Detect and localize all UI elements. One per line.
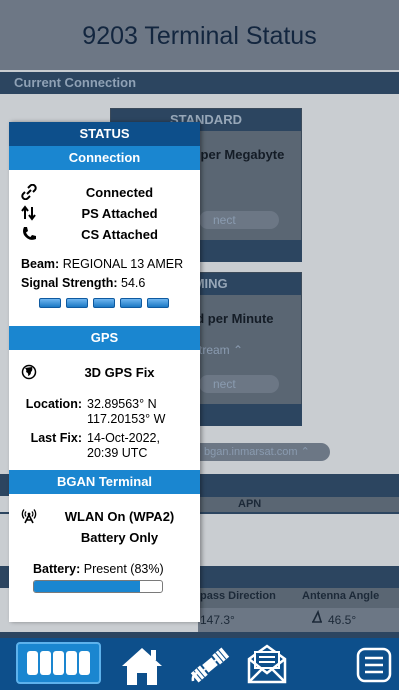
page-title: 9203 Terminal Status (0, 0, 399, 70)
signal-bar (147, 298, 169, 308)
tab-messages[interactable] (245, 643, 289, 690)
link-icon (21, 184, 37, 200)
ps-attached: PS Attached (81, 206, 158, 221)
gps-fix-status: 3D GPS Fix (84, 365, 155, 380)
connection-status-row: Connected (9, 182, 200, 203)
last-fix-date: 14-Oct-2022, (87, 431, 160, 445)
wlan-status: WLAN On (WPA2) (64, 509, 175, 524)
signal-bar (93, 298, 115, 308)
phone-icon (23, 227, 36, 240)
roaming-connect-button[interactable]: nect (199, 375, 279, 393)
battery-label: Battery: (33, 562, 81, 576)
apn-table-header (198, 496, 399, 512)
last-fix-label: Last Fix: (30, 431, 82, 445)
roaming-stream-select[interactable]: tream ⌃ (199, 341, 279, 359)
power-row: Battery Only (9, 527, 200, 548)
ps-attached-row: PS Attached (9, 203, 200, 224)
battery-row: Battery: Present (83%) (9, 562, 200, 576)
location-longitude: 117.20153° W (87, 412, 166, 426)
envelope-icon (247, 644, 287, 684)
antenna-angle-icon (312, 610, 322, 623)
beam-label: Beam: (21, 257, 60, 271)
gps-header: GPS (9, 326, 200, 350)
section-current-connection: Current Connection (0, 72, 399, 94)
battery-level-bar (33, 580, 163, 593)
location-label: Location: (25, 397, 82, 411)
beam-value: REGIONAL 13 AMER (62, 257, 184, 271)
last-fix-time: 20:39 UTC (87, 446, 148, 460)
apn-select[interactable]: bgan.inmarsat.com ⌃ (190, 443, 330, 461)
connection-header: Connection (9, 146, 200, 170)
signal-strength-row: Signal Strength: 54.6 (9, 276, 200, 290)
wlan-row: WLAN On (WPA2) (9, 506, 200, 527)
battery-level-fill (34, 581, 141, 592)
signal-strength-label: Signal Strength: (21, 276, 118, 290)
gps-fix-row: 3D GPS Fix (9, 362, 200, 383)
status-drawer: STATUS Connection Connected PS Attached … (9, 122, 200, 622)
compass-direction-header: pass Direction (200, 590, 276, 602)
tab-status[interactable] (16, 642, 101, 684)
apn-select-value: bgan.inmarsat.com (204, 446, 298, 458)
tab-menu[interactable] (356, 647, 392, 690)
bgan-terminal-header: BGAN Terminal (9, 470, 200, 494)
roaming-stream-select-label: tream (199, 343, 230, 357)
connection-status: Connected (85, 185, 154, 200)
tab-home[interactable] (120, 646, 164, 690)
signal-strength-bars (9, 298, 200, 308)
wifi-antenna-icon (21, 509, 37, 524)
signal-bars-icon (27, 651, 90, 675)
signal-bar (66, 298, 88, 308)
beam-row: Beam: REGIONAL 13 AMER (9, 257, 200, 271)
signal-bar (120, 298, 142, 308)
up-down-arrows-icon (21, 205, 36, 221)
location-row: Location: 32.89563° N 117.20153° W (9, 397, 200, 426)
antenna-angle-header: Antenna Angle (302, 590, 380, 602)
location-latitude: 32.89563° N (87, 397, 157, 411)
satellite-icon (190, 647, 230, 683)
drawer-title: STATUS (9, 122, 200, 146)
power-source: Battery Only (80, 530, 159, 545)
battery-value: Present (83%) (83, 562, 164, 576)
tab-satellite[interactable] (188, 645, 232, 690)
home-icon (122, 648, 162, 685)
antenna-angle-value: 46.5° (328, 613, 357, 627)
signal-strength-value: 54.6 (121, 276, 146, 290)
apn-column-header: APN (238, 498, 262, 510)
last-fix-row: Last Fix: 14-Oct-2022, 20:39 UTC (9, 431, 200, 460)
signal-bar (39, 298, 61, 308)
bottom-tab-bar (0, 638, 399, 690)
menu-icon (356, 647, 392, 683)
cs-attached-row: CS Attached (9, 224, 200, 245)
standard-connect-button[interactable]: nect (199, 211, 279, 229)
cs-attached: CS Attached (81, 227, 158, 242)
compass-direction-value: 147.3° (200, 613, 235, 627)
globe-icon (21, 364, 37, 380)
